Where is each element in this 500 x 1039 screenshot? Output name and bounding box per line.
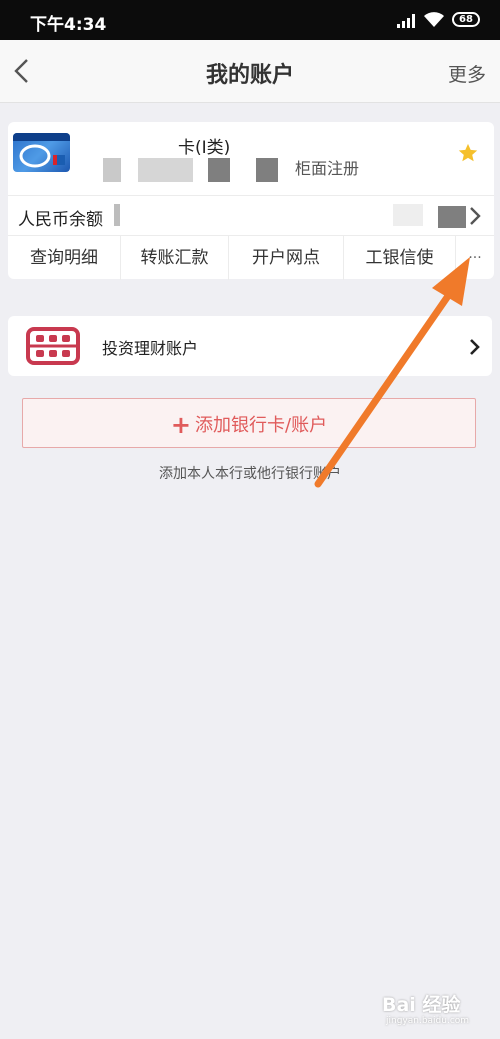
watermark-text: Bai 经验 (382, 994, 461, 1016)
watermark-url: jingyan.baidu.com (386, 1016, 470, 1026)
watermark-logo: Bai 经验 (382, 990, 460, 1017)
annotation-arrow-icon (314, 257, 470, 488)
